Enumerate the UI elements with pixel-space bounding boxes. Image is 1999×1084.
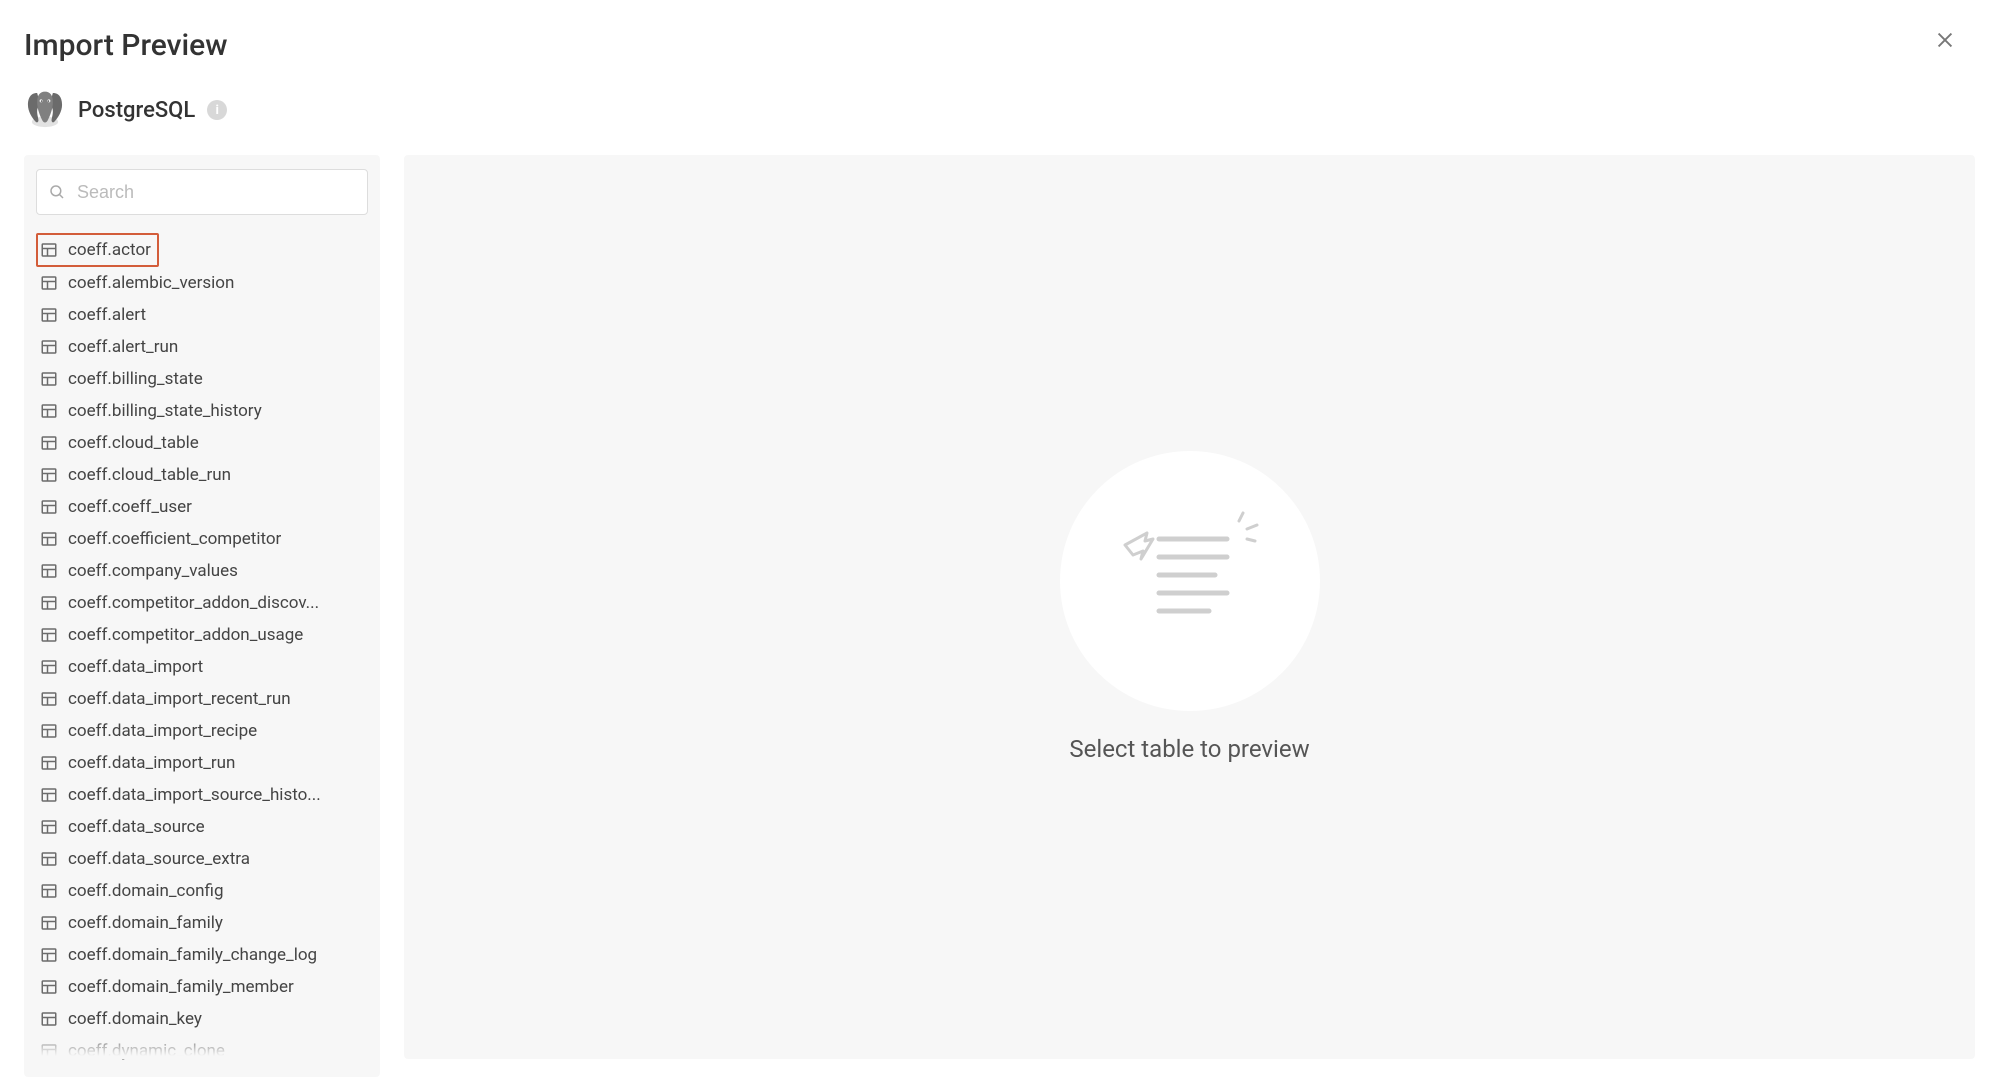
search-input[interactable] <box>36 169 368 215</box>
table-icon <box>40 690 58 708</box>
table-item[interactable]: coeff.alert <box>36 299 368 331</box>
table-item-label: coeff.data_import_recent_run <box>68 689 291 709</box>
table-item[interactable]: coeff.data_import_recent_run <box>36 683 368 715</box>
table-icon <box>40 434 58 452</box>
table-icon <box>40 978 58 996</box>
info-icon[interactable]: i <box>207 100 227 120</box>
table-icon <box>40 658 58 676</box>
postgresql-logo-icon <box>24 89 66 131</box>
table-item[interactable]: coeff.domain_family_member <box>36 971 368 1003</box>
table-icon <box>40 914 58 932</box>
table-item-label: coeff.data_source_extra <box>68 849 250 869</box>
table-icon <box>40 946 58 964</box>
table-item[interactable]: coeff.competitor_addon_usage <box>36 619 368 651</box>
table-icon <box>40 241 58 259</box>
table-icon <box>40 818 58 836</box>
table-icon <box>40 786 58 804</box>
table-item-label: coeff.domain_key <box>68 1009 202 1029</box>
table-item-label: coeff.actor <box>68 240 151 260</box>
table-item[interactable]: coeff.coeff_user <box>36 491 368 523</box>
table-icon <box>40 402 58 420</box>
table-item[interactable]: coeff.billing_state <box>36 363 368 395</box>
table-item-label: coeff.domain_family_member <box>68 977 294 997</box>
table-item-label: coeff.billing_state_history <box>68 401 262 421</box>
table-icon <box>40 850 58 868</box>
table-item[interactable]: coeff.company_values <box>36 555 368 587</box>
table-item-label: coeff.cloud_table_run <box>68 465 231 485</box>
table-icon <box>40 530 58 548</box>
table-item[interactable]: coeff.data_import_source_histo... <box>36 779 368 811</box>
table-item[interactable]: coeff.data_source <box>36 811 368 843</box>
empty-state-illustration <box>1060 451 1320 711</box>
table-icon <box>40 626 58 644</box>
table-icon <box>40 466 58 484</box>
table-item-label: coeff.domain_family_change_log <box>68 945 317 965</box>
table-list[interactable]: coeff.actor coeff.alembic_version coeff.al… <box>36 233 368 1077</box>
table-item[interactable]: coeff.alert_run <box>36 331 368 363</box>
table-icon <box>40 338 58 356</box>
close-icon <box>1934 29 1956 56</box>
table-item-label: coeff.alert <box>68 305 146 325</box>
table-item-label: coeff.data_import_recipe <box>68 721 257 741</box>
import-preview-dialog: Import Preview <box>0 0 1999 1084</box>
table-item-label: coeff.company_values <box>68 561 238 581</box>
table-item-label: coeff.domain_config <box>68 881 224 901</box>
table-icon <box>40 594 58 612</box>
table-item[interactable]: coeff.alembic_version <box>36 267 368 299</box>
table-icon <box>40 274 58 292</box>
table-item[interactable]: coeff.billing_state_history <box>36 395 368 427</box>
preview-panel: Select table to preview <box>404 155 1975 1059</box>
table-icon <box>40 498 58 516</box>
content-area: coeff.actor coeff.alembic_version coeff.al… <box>0 155 1999 1083</box>
table-item-label: coeff.data_import_source_histo... <box>68 785 321 805</box>
table-item[interactable]: coeff.data_import_recipe <box>36 715 368 747</box>
search-field-wrap <box>36 169 368 215</box>
table-item[interactable]: coeff.data_import <box>36 651 368 683</box>
table-icon <box>40 882 58 900</box>
table-item[interactable]: coeff.competitor_addon_discov... <box>36 587 368 619</box>
table-icon <box>40 722 58 740</box>
data-source-row: PostgreSQL i <box>0 71 1999 155</box>
table-item[interactable]: coeff.domain_family <box>36 907 368 939</box>
table-item[interactable]: coeff.cloud_table_run <box>36 459 368 491</box>
page-title: Import Preview <box>24 28 1975 63</box>
table-item-label: coeff.data_import <box>68 657 203 677</box>
sidebar: coeff.actor coeff.alembic_version coeff.al… <box>24 155 380 1059</box>
empty-state-text: Select table to preview <box>1069 735 1309 763</box>
table-item-label: coeff.billing_state <box>68 369 203 389</box>
table-item[interactable]: coeff.actor <box>36 233 159 267</box>
table-item[interactable]: coeff.dynamic_clone <box>36 1035 368 1067</box>
data-source-name: PostgreSQL <box>78 98 195 123</box>
table-item[interactable]: coeff.domain_key <box>36 1003 368 1035</box>
table-item-label: coeff.coefficient_competitor <box>68 529 281 549</box>
table-item-label: coeff.dynamic_clone <box>68 1041 225 1061</box>
table-icon <box>40 1010 58 1028</box>
table-item-label: coeff.data_source <box>68 817 205 837</box>
table-icon <box>40 1042 58 1060</box>
table-icon <box>40 562 58 580</box>
table-item-label: coeff.competitor_addon_usage <box>68 625 303 645</box>
table-item[interactable]: coeff.cloud_table <box>36 427 368 459</box>
table-item-label: coeff.cloud_table <box>68 433 199 453</box>
table-item-label: coeff.alembic_version <box>68 273 234 293</box>
table-icon <box>40 754 58 772</box>
close-button[interactable] <box>1931 28 1959 56</box>
table-item-label: coeff.domain_family <box>68 913 223 933</box>
dialog-header: Import Preview <box>0 0 1999 71</box>
table-item-label: coeff.coeff_user <box>68 497 192 517</box>
table-item[interactable]: coeff.domain_config <box>36 875 368 907</box>
table-item-label: coeff.alert_run <box>68 337 178 357</box>
table-item[interactable]: coeff.coefficient_competitor <box>36 523 368 555</box>
table-item-label: coeff.competitor_addon_discov... <box>68 593 319 613</box>
table-item[interactable]: coeff.data_import_run <box>36 747 368 779</box>
table-item[interactable]: coeff.domain_family_change_log <box>36 939 368 971</box>
table-item[interactable]: coeff.data_source_extra <box>36 843 368 875</box>
table-item-label: coeff.data_import_run <box>68 753 235 773</box>
table-icon <box>40 306 58 324</box>
table-icon <box>40 370 58 388</box>
